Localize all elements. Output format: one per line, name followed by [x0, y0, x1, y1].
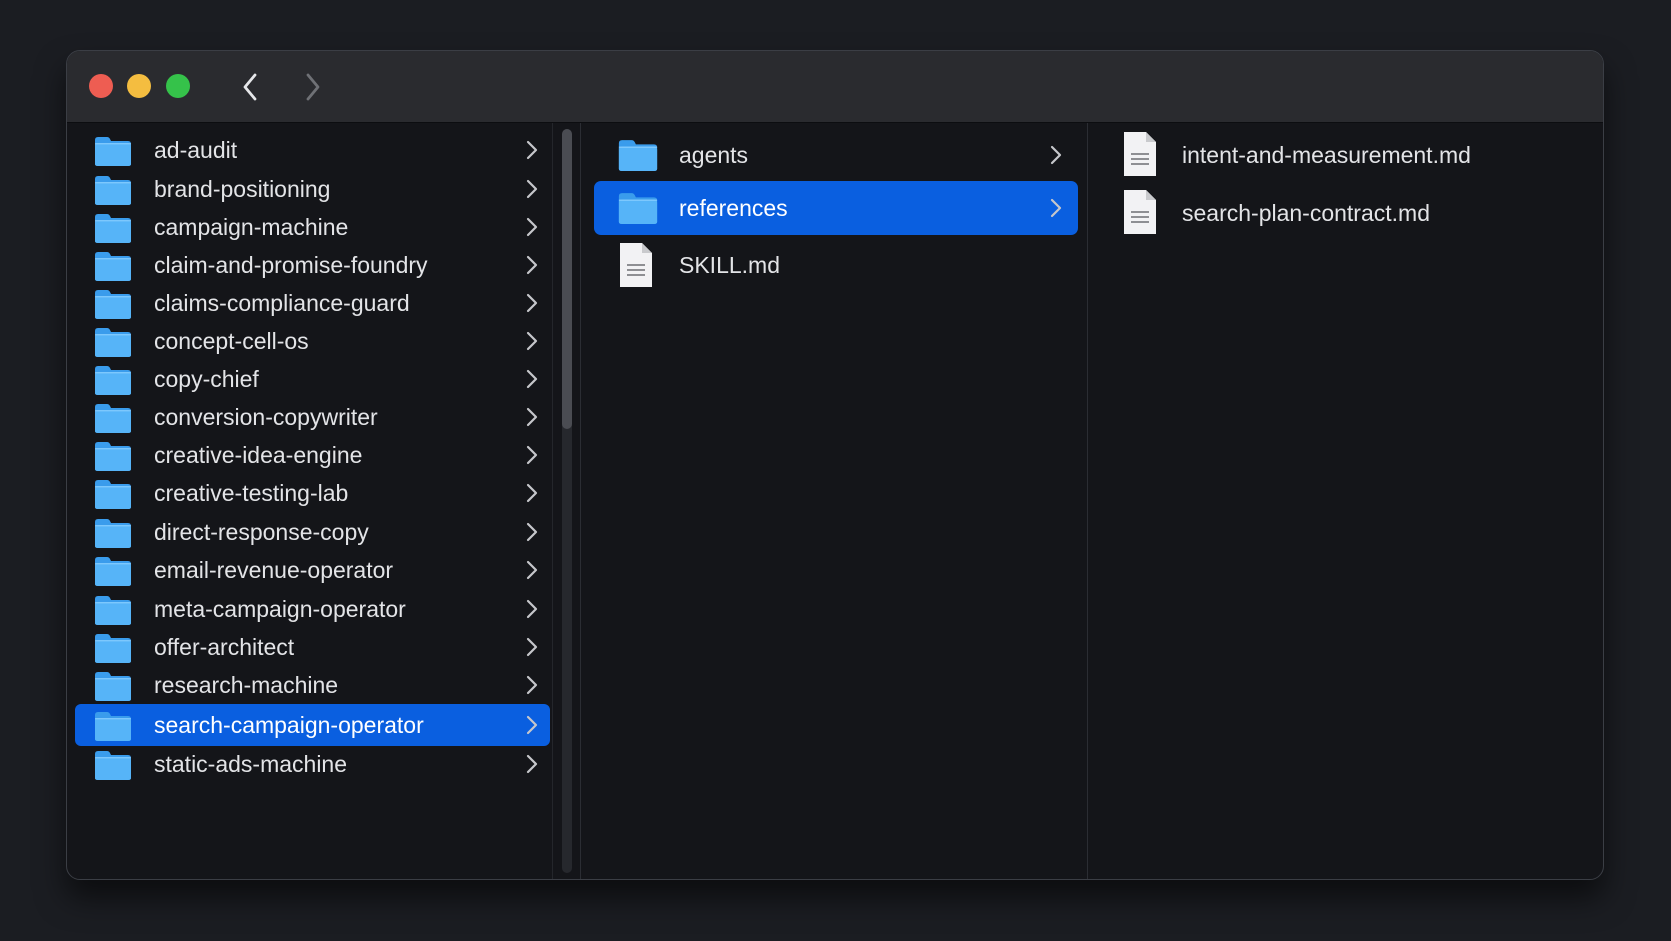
- folder-name: ad-audit: [154, 137, 238, 163]
- chevron-right-icon: [1048, 144, 1064, 166]
- folder-row[interactable]: references: [594, 181, 1078, 235]
- folder-row[interactable]: concept-cell-os: [75, 320, 550, 362]
- folder-icon: [93, 632, 133, 664]
- column-scrollbar[interactable]: [552, 123, 581, 879]
- chevron-right-icon: [524, 521, 540, 543]
- file-name: SKILL.md: [679, 252, 780, 278]
- chevron-right-icon: [524, 559, 540, 581]
- chevron-left-icon: [243, 73, 257, 101]
- chevron-right-icon: [524, 406, 540, 428]
- chevron-right-icon: [524, 636, 540, 658]
- folder-icon: [93, 594, 133, 626]
- folder-row[interactable]: search-campaign-operator: [75, 704, 550, 746]
- document-icon: [1120, 188, 1160, 236]
- column-references-contents: intent-and-measurement.md search-plan-con…: [1087, 123, 1603, 879]
- folder-row[interactable]: agents: [594, 128, 1078, 182]
- folder-name: creative-testing-lab: [154, 480, 349, 506]
- folder-icon: [616, 138, 660, 172]
- folder-icon: [93, 174, 133, 206]
- folder-icon: [93, 710, 133, 742]
- chevron-right-icon: [306, 73, 320, 101]
- file-name: search-plan-contract.md: [1182, 200, 1430, 226]
- folder-name: brand-positioning: [154, 176, 331, 202]
- file-row[interactable]: intent-and-measurement.md: [1088, 129, 1603, 181]
- folder-name: direct-response-copy: [154, 519, 369, 545]
- folder-name: references: [679, 195, 788, 221]
- close-button[interactable]: [89, 74, 113, 98]
- folder-row[interactable]: conversion-copywriter: [75, 396, 550, 438]
- folder-icon: [93, 555, 133, 587]
- chevron-right-icon: [524, 368, 540, 390]
- chevron-right-icon: [524, 216, 540, 238]
- folder-name: concept-cell-os: [154, 328, 309, 354]
- folder-name: meta-campaign-operator: [154, 596, 406, 622]
- folder-icon: [93, 440, 133, 472]
- folder-row[interactable]: copy-chief: [75, 358, 550, 400]
- chevron-right-icon: [524, 254, 540, 276]
- folder-icon: [93, 364, 133, 396]
- folder-icon: [93, 517, 133, 549]
- file-row[interactable]: search-plan-contract.md: [1088, 187, 1603, 239]
- folder-row[interactable]: creative-idea-engine: [75, 434, 550, 476]
- chevron-right-icon: [524, 714, 540, 736]
- folder-icon: [93, 288, 133, 320]
- folder-name: research-machine: [154, 672, 339, 698]
- chevron-right-icon: [524, 330, 540, 352]
- chevron-right-icon: [524, 178, 540, 200]
- folder-name: claims-compliance-guard: [154, 290, 410, 316]
- folder-name: search-campaign-operator: [154, 712, 424, 738]
- folder-icon: [93, 212, 133, 244]
- document-icon: [1120, 130, 1160, 178]
- file-name: intent-and-measurement.md: [1182, 142, 1471, 168]
- finder-window: ad-audit brand-positioning campaign-machin…: [66, 50, 1604, 880]
- minimize-button[interactable]: [127, 74, 151, 98]
- column-skill-contents: agents references SKILL.md: [580, 123, 1088, 879]
- folder-icon: [616, 191, 660, 225]
- folder-row[interactable]: campaign-machine: [75, 206, 550, 248]
- folder-row[interactable]: static-ads-machine: [75, 743, 550, 785]
- chevron-right-icon: [524, 482, 540, 504]
- folder-row[interactable]: claim-and-promise-foundry: [75, 244, 550, 286]
- folder-name: agents: [679, 142, 749, 168]
- back-button[interactable]: [235, 70, 265, 104]
- forward-button[interactable]: [298, 70, 328, 104]
- folder-name: static-ads-machine: [154, 751, 348, 777]
- folder-name: creative-idea-engine: [154, 442, 363, 468]
- folder-row[interactable]: claims-compliance-guard: [75, 282, 550, 324]
- chevron-right-icon: [524, 753, 540, 775]
- chevron-right-icon: [524, 292, 540, 314]
- folder-row[interactable]: brand-positioning: [75, 168, 550, 210]
- file-row[interactable]: SKILL.md: [594, 238, 1078, 292]
- folder-icon: [93, 326, 133, 358]
- folder-row[interactable]: offer-architect: [75, 626, 550, 668]
- chevron-right-icon: [1048, 197, 1064, 219]
- folder-row[interactable]: meta-campaign-operator: [75, 588, 550, 630]
- folder-row[interactable]: direct-response-copy: [75, 511, 550, 553]
- folder-icon: [93, 670, 133, 702]
- folder-icon: [93, 749, 133, 781]
- folder-name: campaign-machine: [154, 214, 349, 240]
- scrollbar-thumb[interactable]: [562, 129, 572, 429]
- chevron-right-icon: [524, 674, 540, 696]
- folder-name: email-revenue-operator: [154, 557, 394, 583]
- document-icon: [616, 241, 656, 289]
- column-skills: ad-audit brand-positioning campaign-machin…: [67, 123, 560, 879]
- folder-name: claim-and-promise-foundry: [154, 252, 428, 278]
- folder-icon: [93, 250, 133, 282]
- folder-icon: [93, 135, 133, 167]
- folder-row[interactable]: creative-testing-lab: [75, 472, 550, 514]
- chevron-right-icon: [524, 139, 540, 161]
- folder-name: copy-chief: [154, 366, 259, 392]
- chevron-right-icon: [524, 598, 540, 620]
- chevron-right-icon: [524, 444, 540, 466]
- titlebar: [67, 51, 1603, 123]
- folder-icon: [93, 402, 133, 434]
- folder-icon: [93, 478, 133, 510]
- folder-name: conversion-copywriter: [154, 404, 378, 430]
- folder-row[interactable]: ad-audit: [75, 129, 550, 171]
- folder-row[interactable]: research-machine: [75, 664, 550, 706]
- folder-name: offer-architect: [154, 634, 295, 660]
- folder-row[interactable]: email-revenue-operator: [75, 549, 550, 591]
- zoom-button[interactable]: [166, 74, 190, 98]
